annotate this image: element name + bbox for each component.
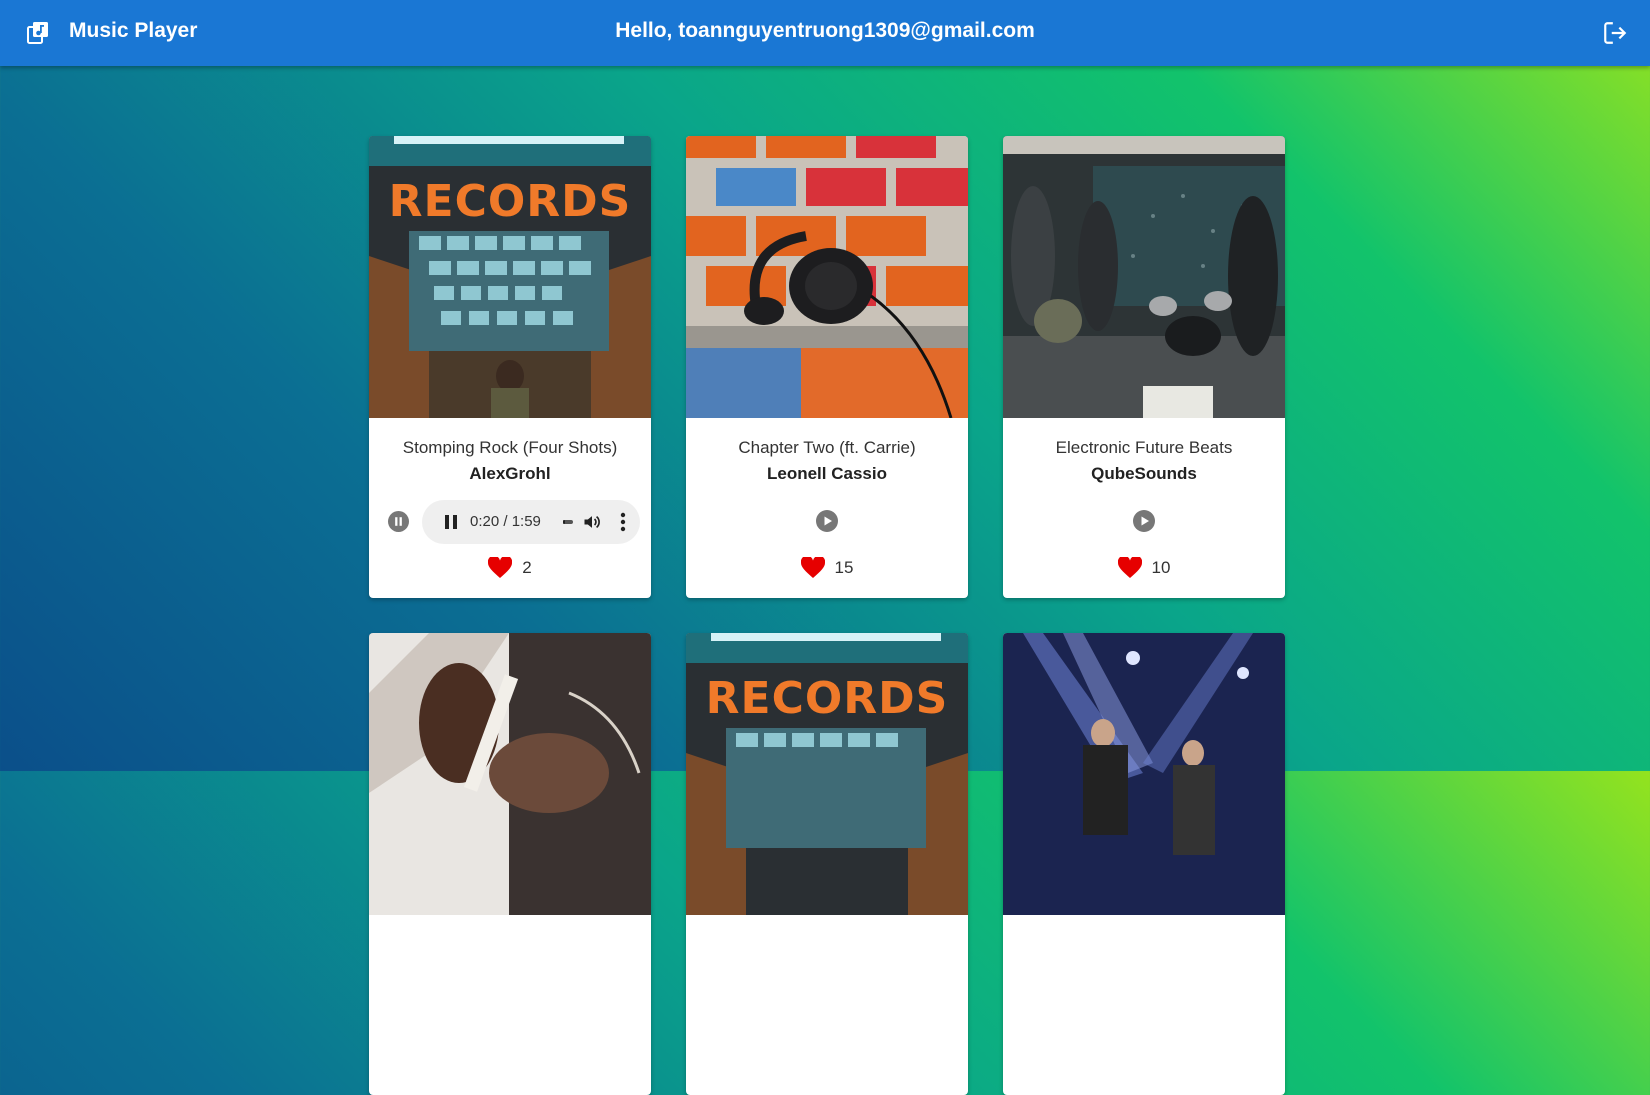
progress-bar[interactable] [563, 520, 573, 524]
heart-icon[interactable] [1117, 557, 1142, 579]
svg-text:RECORDS: RECORDS [389, 176, 632, 227]
volume-icon[interactable] [582, 512, 602, 532]
song-artist: QubeSounds [1091, 464, 1197, 483]
song-title: Stomping Rock (Four Shots) [402, 438, 618, 457]
progress-fill [563, 520, 565, 524]
heart-icon[interactable] [800, 557, 825, 579]
user-greeting: Hello, toannguyentruong1309@gmail.com [615, 19, 1035, 42]
song-card: RECORDS Stomping Rock (Four Shots) AlexG… [369, 136, 651, 598]
song-card [369, 633, 651, 1095]
like-count: 15 [834, 558, 854, 577]
audio-player[interactable]: 0:20 / 1:59 [422, 500, 640, 544]
app-bar: Music Player Hello, toannguyentruong1309… [0, 0, 1650, 66]
pause-icon[interactable] [388, 511, 409, 532]
song-artist: Leonell Cassio [767, 464, 887, 483]
song-title: Electronic Future Beats [1055, 438, 1233, 457]
song-card: Electronic Future Beats QubeSounds 10 [1003, 136, 1285, 598]
song-card [1003, 633, 1285, 1095]
app-title: Music Player [69, 19, 198, 42]
album-cover-image: RECORDS [686, 633, 968, 915]
song-card: RECORDS [686, 633, 968, 1095]
album-cover-image [1003, 633, 1285, 915]
album-cover-image [686, 136, 968, 418]
likes-row: 2 [369, 557, 651, 579]
like-count: 10 [1151, 558, 1171, 577]
song-card: Chapter Two (ft. Carrie) Leonell Cassio … [686, 136, 968, 598]
album-cover-image [1003, 136, 1285, 418]
playback-time: 0:20 / 1:59 [470, 513, 541, 530]
album-cover-image: RECORDS [369, 136, 651, 418]
likes-row: 10 [1003, 557, 1285, 579]
logout-icon[interactable] [1602, 20, 1628, 46]
like-count: 2 [522, 558, 532, 577]
pause-icon[interactable] [442, 513, 460, 531]
more-options-icon[interactable] [620, 512, 626, 532]
svg-text:RECORDS: RECORDS [706, 673, 949, 724]
song-title: Chapter Two (ft. Carrie) [738, 438, 916, 457]
play-icon[interactable] [1133, 510, 1155, 532]
song-artist: AlexGrohl [469, 464, 551, 483]
heart-icon[interactable] [488, 557, 513, 579]
album-cover-image [369, 633, 651, 915]
play-icon[interactable] [816, 510, 838, 532]
library-music-icon [27, 22, 48, 44]
likes-row: 15 [686, 557, 968, 579]
